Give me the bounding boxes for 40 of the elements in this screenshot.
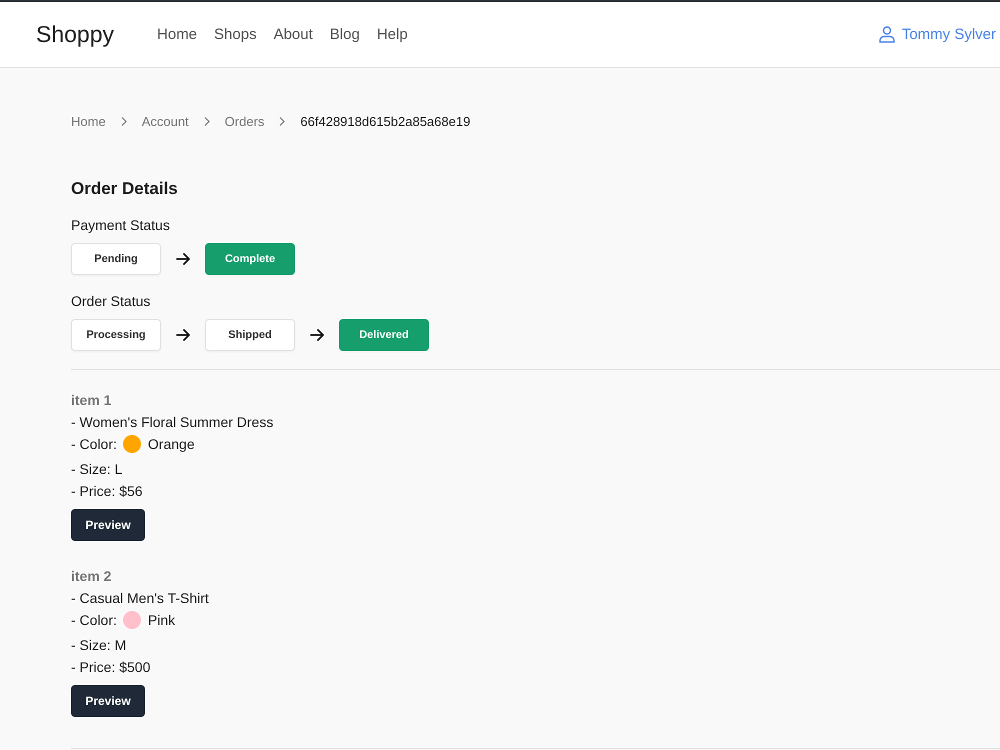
status-label: Order Status: [71, 293, 152, 309]
status-step: Processing: [71, 319, 161, 351]
color-label: - Color:: [71, 436, 117, 452]
color-name: Orange: [148, 436, 195, 452]
user-menu[interactable]: Tommy Sylver: [878, 26, 996, 43]
item-name: - Women's Floral Summer Dress: [71, 414, 274, 430]
preview-button[interactable]: Preview: [71, 509, 145, 541]
nav-link[interactable]: About: [274, 26, 313, 43]
item-name: - Casual Men's T-Shirt: [71, 590, 210, 606]
nav-link[interactable]: Blog: [330, 26, 360, 43]
status-step: Shipped: [205, 319, 295, 351]
user-icon: [878, 26, 895, 43]
arrow-right-icon: [176, 329, 190, 341]
status-step: Complete: [205, 243, 295, 275]
chevron-right-icon: [120, 116, 127, 126]
status-label: Payment Status: [71, 217, 171, 233]
item-price: - Price: $500: [71, 659, 152, 675]
breadcrumb-current: 66f428918d615b2a85a68e19: [300, 114, 470, 128]
item-title: item 1: [71, 392, 112, 408]
logo: Shoppy: [36, 21, 114, 48]
preview-button[interactable]: Preview: [71, 685, 145, 717]
color-name: Pink: [148, 612, 176, 628]
page-heading: Order Details: [71, 179, 179, 199]
item-size: - Size: M: [71, 637, 128, 653]
item-title: item 2: [71, 568, 112, 584]
item-price: - Price: $56: [71, 483, 144, 499]
arrow-right-icon: [176, 253, 190, 265]
item-size: - Size: L: [71, 461, 124, 477]
arrow-right-icon: [310, 329, 324, 341]
breadcrumb-link[interactable]: Home: [71, 114, 106, 128]
status-step: Delivered: [339, 319, 429, 351]
color-label: - Color:: [71, 612, 117, 628]
breadcrumb-link[interactable]: Account: [142, 114, 189, 128]
chevron-right-icon: [204, 116, 210, 126]
breadcrumb-link[interactable]: Orders: [224, 114, 264, 128]
nav-link[interactable]: Home: [157, 26, 198, 43]
nav-link[interactable]: Help: [376, 26, 408, 43]
nav-link[interactable]: Shops: [214, 26, 257, 43]
status-step: Pending: [71, 243, 161, 275]
chevron-right-icon: [279, 116, 286, 126]
